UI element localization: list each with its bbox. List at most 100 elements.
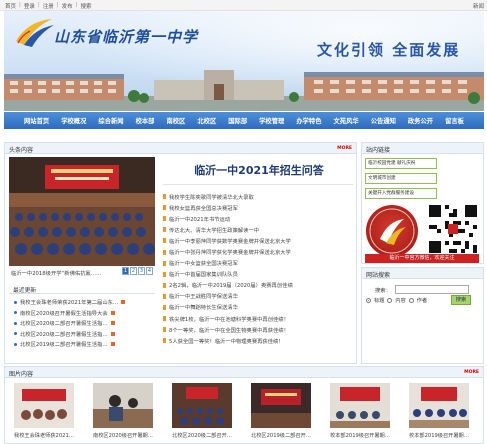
top-link-post[interactable]: 发布 — [62, 2, 73, 10]
bullet-icon — [14, 321, 17, 325]
link-party-building[interactable]: 临沂校园党建 献礼庆祝 — [365, 158, 437, 169]
document-icon — [163, 327, 166, 333]
divider — [163, 184, 353, 185]
nav-overview[interactable]: 学校概况 — [61, 116, 86, 125]
nav-north-campus[interactable]: 北校区 — [197, 116, 216, 125]
document-icon — [163, 205, 166, 211]
document-icon — [163, 293, 166, 299]
article-item[interactable]: 5人获全国一等奖！临沂一中物理奥赛再获佳绩！ — [163, 335, 293, 346]
photo-thumb[interactable] — [14, 383, 74, 428]
article-item[interactable]: 2名2辑，临沂一中2019届（2020届）奥赛再创佳绩 — [163, 280, 293, 291]
article-item[interactable]: 临沂一中首届国家集训队队员 — [163, 269, 293, 280]
radio-author[interactable] — [408, 298, 414, 303]
document-icon — [163, 338, 166, 344]
photo-caption[interactable]: 我校王会珠老师获2021… — [11, 432, 77, 439]
bullet-icon — [14, 332, 17, 336]
search-panel-title: 网站搜索 — [366, 272, 391, 279]
link-civilized-city[interactable]: 文明城市创建 — [365, 173, 437, 184]
article-item[interactable]: 临沂一中李丽萍同学获数学奥赛金牌并保送北京大学 — [163, 235, 293, 246]
article-item[interactable]: 8个一等奖，临沂一中在全国生物奥赛中再获佳绩！ — [163, 324, 293, 335]
search-panel-header: 网站搜索 — [361, 267, 484, 279]
photo-thumb[interactable] — [409, 383, 469, 428]
article-list: 我校学生陈奕歌同学被清华北大录取 我校女篮再获全国总决赛冠军 临沂一中2021年… — [163, 191, 293, 346]
search-button[interactable]: 搜索 — [451, 295, 471, 305]
list-item[interactable]: 北校区2019级二部召开暑假生活指… — [14, 339, 125, 350]
new-tag-icon — [110, 331, 115, 336]
nav-main-campus[interactable]: 校本部 — [136, 116, 155, 125]
headline-photo[interactable] — [9, 157, 155, 266]
pager-page-2[interactable]: 2 — [130, 267, 137, 275]
nav-notices[interactable]: 公告通知 — [371, 116, 396, 125]
photo-caption[interactable]: 校本部2019级召开暑期… — [327, 432, 393, 439]
new-tag-icon — [110, 310, 115, 315]
new-tag-icon — [110, 321, 115, 326]
pager-page-1[interactable]: 1 — [122, 267, 129, 275]
link-service-building[interactable]: 关键开入党群服务建设 — [365, 188, 437, 199]
nav-features[interactable]: 办学特色 — [296, 116, 321, 125]
headline-title[interactable]: 临沂一中2021年招生问答 — [163, 162, 355, 178]
photo-thumb[interactable] — [330, 383, 390, 428]
list-item[interactable]: 北校区2020级二部召开暑假生活指… — [14, 318, 125, 329]
nav-culture[interactable]: 文苑风华 — [334, 116, 359, 125]
new-tag-icon — [121, 300, 126, 305]
nav-news[interactable]: 综合新闻 — [98, 116, 123, 125]
article-item[interactable]: 传达北大、清华大学招生政策解读一中 — [163, 224, 293, 235]
article-item[interactable]: 临沂一中2021年书节运动 — [163, 213, 293, 224]
list-item[interactable]: 北校区2020级二部召开暑假生活指… — [14, 329, 125, 340]
headline-photo-caption[interactable]: 临沂一中2018级开学“新佛佑抗氟…… — [11, 269, 101, 277]
article-item[interactable]: 临沂一中张丹萍同学获化学奥赛金牌并保送北京大学 — [163, 246, 293, 257]
photo-thumb[interactable] — [172, 383, 232, 428]
top-link-login[interactable]: 登录 — [24, 2, 35, 10]
auditorium-photo-image — [9, 157, 155, 266]
radio-author-label: 作者 — [416, 298, 428, 304]
list-item[interactable]: 我校王会珠老师荣获2021年第二届山东… — [14, 297, 126, 308]
article-item[interactable]: 临沂一中王战胜同学保送清华 — [163, 291, 293, 302]
pager-page-4[interactable]: 4 — [146, 267, 153, 275]
bullet-icon — [14, 342, 17, 346]
document-icon — [163, 260, 166, 266]
top-right-link[interactable]: 新闻 — [473, 2, 484, 10]
photo-pager: 1 2 3 4 — [122, 267, 153, 275]
photo-thumb[interactable] — [251, 383, 311, 428]
article-item[interactable]: 临沂一中舞蹈特长生保送清华 — [163, 302, 293, 313]
document-icon — [163, 238, 166, 244]
qr-caption: 临沂一中官方微信，欢迎关注 — [365, 254, 479, 263]
top-link-home[interactable]: 首页 — [5, 2, 16, 10]
list-item[interactable]: 南校区2020级召开暑假生活指导大会 — [14, 308, 125, 319]
nav-home[interactable]: 网站首页 — [24, 116, 49, 125]
search-label: 搜索： — [375, 288, 391, 294]
article-item[interactable]: 我校女篮再获全国总决赛冠军 — [163, 202, 293, 213]
document-icon — [163, 316, 166, 322]
nav-management[interactable]: 学校管理 — [259, 116, 284, 125]
radio-title[interactable] — [366, 298, 371, 303]
new-tag-icon — [110, 342, 115, 347]
document-icon — [163, 249, 166, 255]
search-input[interactable] — [395, 285, 469, 294]
photo-caption[interactable]: 校本部2019级召开暑期… — [406, 432, 472, 439]
photo-thumb[interactable] — [93, 383, 153, 428]
top-links: 首页 | 登录 | 注册 | 发布 | 搜索 — [5, 2, 92, 10]
top-link-register[interactable]: 注册 — [43, 2, 54, 10]
school-emblem-icon — [366, 205, 418, 257]
article-item[interactable]: 铁尖牌1枚，临沂一中在池塘科学奥赛中再创佳绩！ — [163, 313, 293, 324]
site-banner: 山东省临沂第一中学 文化引领 全面发展 — [4, 11, 484, 111]
photo-caption[interactable]: 南校区2020级召开暑期… — [90, 432, 156, 439]
nav-guestbook[interactable]: 留言板 — [445, 116, 464, 125]
main-nav: 网站首页 学校概况 综合新闻 校本部 南校区 北校区 国际部 学校管理 办学特色… — [4, 112, 484, 129]
article-item[interactable]: 我校学生陈奕歌同学被清华北大录取 — [163, 191, 293, 202]
photo-caption[interactable]: 北校区2019级二部召开… — [248, 432, 314, 439]
nav-government[interactable]: 政务公开 — [408, 116, 433, 125]
top-link-search[interactable]: 搜索 — [81, 2, 92, 10]
school-logo-icon[interactable] — [12, 15, 58, 49]
radio-content[interactable] — [387, 298, 393, 303]
radio-title-label: 标题 — [374, 298, 385, 304]
nav-international[interactable]: 国际部 — [228, 116, 247, 125]
nav-south-campus[interactable]: 南校区 — [166, 116, 185, 125]
photo-caption[interactable]: 北校区2020级二部召开… — [169, 432, 235, 439]
document-icon — [163, 271, 166, 277]
bullet-icon — [14, 311, 17, 315]
pager-page-3[interactable]: 3 — [138, 267, 145, 275]
article-item[interactable]: 临沂一中女篮获全国决赛冠军 — [163, 258, 293, 269]
document-icon — [163, 227, 166, 233]
bullet-icon — [14, 300, 17, 304]
